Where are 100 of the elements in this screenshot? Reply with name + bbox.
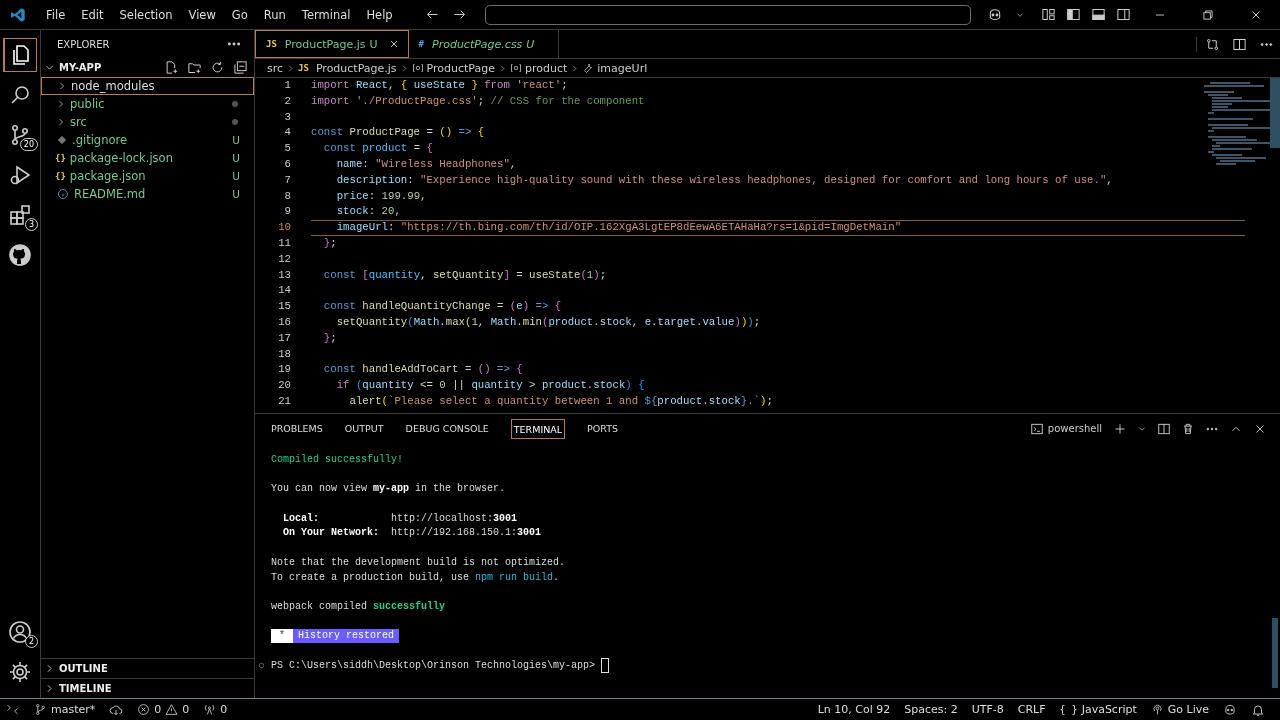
status-item[interactable]: master* bbox=[34, 703, 96, 716]
menu-item[interactable]: Edit bbox=[73, 5, 112, 24]
terminal-line: Compiled successfully! bbox=[271, 453, 405, 467]
terminal-line: To create a production build, use npm run build. bbox=[271, 570, 561, 585]
remote-button[interactable] bbox=[6, 703, 19, 716]
code-line: setQuantity(Math.max(1, Math.min(product.stock, e.target.value))); bbox=[335, 315, 761, 328]
file-tree-item[interactable]: .gitignore U bbox=[41, 131, 254, 149]
menu-item[interactable]: Selection bbox=[111, 5, 181, 24]
panel-toggle-icon[interactable] bbox=[1091, 7, 1106, 22]
line-number: 4 bbox=[283, 125, 291, 141]
scrollbar[interactable] bbox=[1272, 618, 1278, 688]
file-tree-item[interactable]: README.md U bbox=[41, 185, 254, 203]
breadcrumb-item[interactable]: product bbox=[510, 61, 568, 75]
diamond-icon bbox=[57, 135, 67, 145]
explorer-button[interactable] bbox=[3, 38, 37, 72]
breadcrumb-item[interactable]: src bbox=[267, 61, 284, 75]
accounts-button[interactable]: 2 bbox=[0, 612, 40, 652]
copilot-icon[interactable] bbox=[1223, 702, 1237, 717]
code-line: }; bbox=[322, 331, 337, 344]
cloud-sync-icon[interactable] bbox=[109, 702, 124, 717]
code-line: description: "Experience high-quality sound with these wireless headphones, designed for comfort and long hours of use.", bbox=[335, 173, 1113, 186]
split-terminal-icon[interactable] bbox=[1157, 421, 1171, 436]
layout-icon[interactable] bbox=[1041, 7, 1056, 22]
status-item[interactable]: CRLF bbox=[1017, 703, 1046, 716]
sidebar-toggle-icon[interactable] bbox=[1066, 7, 1081, 22]
source-control-button[interactable]: 20 bbox=[0, 115, 40, 155]
menu-item[interactable]: Terminal bbox=[293, 5, 359, 24]
code-line: const handleQuantityChange = (e) => { bbox=[322, 300, 562, 313]
status-item[interactable]: 0 bbox=[203, 703, 228, 716]
broadcast-icon bbox=[1150, 703, 1164, 716]
menu-item[interactable]: View bbox=[180, 5, 224, 24]
editor-tab[interactable]: # ProductPage.css U bbox=[408, 30, 560, 58]
line-number: 6 bbox=[283, 157, 291, 172]
breadcrumb-item[interactable]: imageUrl bbox=[582, 61, 648, 75]
history-marker: * bbox=[271, 629, 293, 644]
panel-tab[interactable]: TERMINAL bbox=[510, 418, 566, 439]
line-number: 7 bbox=[283, 172, 291, 188]
file-tree-item[interactable]: public bbox=[41, 95, 254, 113]
secondary-sidebar-icon[interactable] bbox=[1116, 7, 1131, 22]
plus-icon[interactable] bbox=[1113, 421, 1127, 436]
status-item[interactable]: Spaces: 2 bbox=[904, 703, 958, 716]
line-number: 17 bbox=[277, 330, 291, 346]
line-number: 5 bbox=[283, 141, 291, 157]
line-number: 19 bbox=[277, 362, 291, 378]
bell-icon[interactable] bbox=[1251, 702, 1265, 717]
split-editor-icon[interactable] bbox=[1232, 36, 1247, 52]
new-file-icon[interactable] bbox=[164, 59, 179, 75]
panel-tab[interactable]: DEBUG CONSOLE bbox=[405, 419, 489, 438]
count-badge: 20 bbox=[19, 138, 38, 151]
search-field[interactable] bbox=[484, 4, 971, 25]
breadcrumb-item[interactable]: ProductPage bbox=[411, 61, 495, 75]
section-header[interactable]: MY-APP bbox=[41, 58, 254, 77]
status-item[interactable]: UTF-8 bbox=[971, 703, 1004, 716]
git-status-label: U bbox=[232, 170, 240, 182]
file-tree-item[interactable]: {} package.json U bbox=[41, 167, 254, 185]
command-status-icon bbox=[257, 661, 266, 671]
status-item[interactable]: Ln 10, Col 92 bbox=[817, 703, 891, 716]
antenna-icon bbox=[203, 703, 217, 716]
file-tree-item[interactable]: node_modules bbox=[41, 77, 254, 95]
status-item[interactable]: 0 0 bbox=[137, 703, 190, 716]
code-line: const ProductPage = () => { bbox=[311, 126, 485, 139]
panel-tab[interactable]: PROBLEMS bbox=[271, 419, 323, 438]
sidebar-title: EXPLORER bbox=[57, 38, 110, 50]
menu-item[interactable]: Run bbox=[255, 5, 294, 24]
terminal-line: webpack compiled successfully bbox=[271, 599, 447, 614]
panel-tab[interactable]: OUTPUT bbox=[344, 419, 384, 438]
trash-icon[interactable] bbox=[1181, 421, 1195, 436]
section-title: OUTLINE bbox=[59, 662, 108, 674]
info-icon bbox=[57, 188, 69, 200]
compare-changes-icon[interactable] bbox=[1196, 36, 1220, 52]
line-number: 10 bbox=[277, 220, 291, 236]
editor-tab[interactable]: JS ProductPage.js U bbox=[255, 30, 409, 58]
section-header[interactable]: TIMELINE bbox=[41, 678, 254, 698]
breadcrumb-item[interactable]: JS ProductPage.js bbox=[298, 61, 397, 75]
scrollbar[interactable] bbox=[1270, 78, 1280, 148]
file-tree-item[interactable]: src bbox=[41, 113, 254, 131]
file-type-icon: {} bbox=[55, 171, 66, 181]
menu-item[interactable]: Go bbox=[223, 5, 256, 24]
status-item[interactable]: { } JavaScript bbox=[1059, 703, 1137, 716]
restore-icon[interactable] bbox=[1201, 7, 1215, 22]
status-item[interactable]: Go Live bbox=[1150, 703, 1209, 716]
section-header[interactable]: OUTLINE bbox=[41, 658, 254, 678]
terminal-selector[interactable]: powershell bbox=[1029, 421, 1102, 436]
file-type-icon: {} bbox=[55, 153, 66, 163]
refresh-icon[interactable] bbox=[210, 59, 225, 75]
count-badge: 3 bbox=[24, 218, 38, 231]
terminal-line: Local: http://localhost:3001 bbox=[282, 511, 519, 526]
extensions-button[interactable]: 3 bbox=[0, 195, 40, 235]
file-type-icon: JS bbox=[266, 39, 277, 49]
collapse-all-icon[interactable] bbox=[233, 59, 248, 75]
code-line: if (quantity <= 0 || quantity > product.stock) { bbox=[335, 379, 645, 392]
line-number: 21 bbox=[277, 393, 291, 409]
line-number: 1 bbox=[283, 78, 291, 93]
file-tree-item[interactable]: {} package-lock.json U bbox=[41, 149, 254, 167]
code-line: const [quantity, setQuantity] = useState(1); bbox=[322, 268, 607, 281]
panel-tab[interactable]: PORTS bbox=[587, 419, 619, 438]
menu-item[interactable]: Help bbox=[358, 5, 401, 24]
accounts-icon bbox=[8, 620, 32, 644]
history-label: History restored bbox=[293, 629, 400, 644]
menu-item[interactable]: File bbox=[38, 5, 74, 24]
